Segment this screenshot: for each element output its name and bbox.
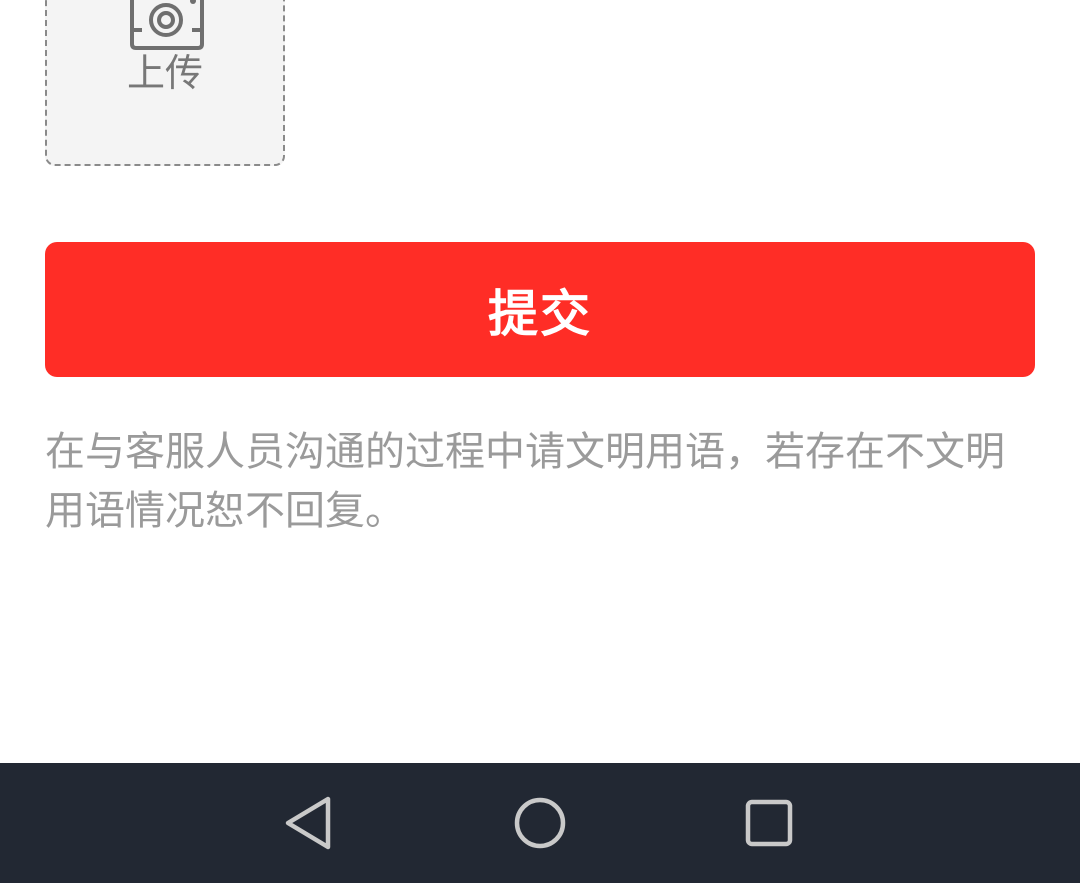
recent-square-icon — [745, 799, 793, 847]
nav-home-button[interactable] — [500, 783, 580, 863]
home-circle-icon — [514, 797, 566, 849]
nav-recent-apps-button[interactable] — [729, 783, 809, 863]
nav-back-button[interactable] — [270, 783, 350, 863]
back-triangle-icon — [285, 796, 331, 850]
feedback-content: 上传 提交 在与客服人员沟通的过程中请文明用语，若存在不文明用语情况恕不回复。 — [0, 0, 1080, 763]
system-navigation-bar — [0, 763, 1080, 883]
upload-label: 上传 — [126, 51, 203, 95]
camera-icon — [130, 0, 204, 50]
civility-notice: 在与客服人员沟通的过程中请文明用语，若存在不文明用语情况恕不回复。 — [45, 429, 1005, 534]
image-upload-button[interactable]: 上传 — [45, 0, 285, 166]
submit-button[interactable]: 提交 — [45, 242, 1035, 377]
